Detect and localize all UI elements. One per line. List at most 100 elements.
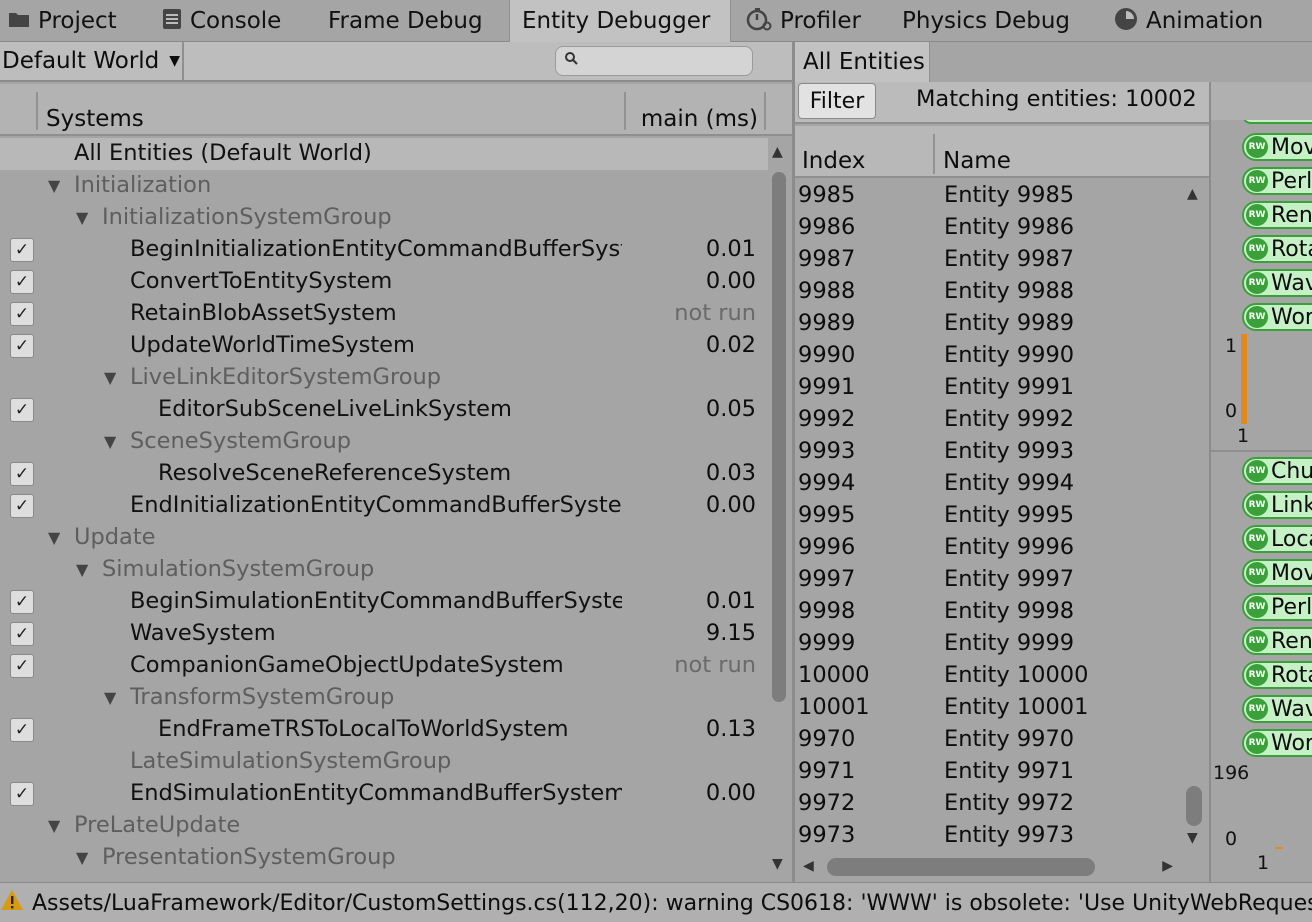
column-divider[interactable] bbox=[764, 92, 766, 130]
expand-triangle-icon[interactable]: ▼ bbox=[76, 848, 88, 867]
system-group-row[interactable]: ▼ TransformSystemGroup bbox=[0, 682, 768, 714]
entity-row[interactable]: 9990 Entity 9990 bbox=[795, 340, 1181, 372]
system-group-row[interactable]: ▼ PresentationSystemGroup bbox=[0, 842, 768, 874]
scroll-left-arrow-icon[interactable]: ◀ bbox=[803, 858, 814, 874]
system-enabled-checkbox[interactable]: ✓ bbox=[10, 270, 34, 294]
systems-scrollbar[interactable]: ▲ ▼ bbox=[768, 138, 792, 882]
entity-row[interactable]: 10001 Entity 10001 bbox=[795, 692, 1181, 724]
system-enabled-checkbox[interactable]: ✓ bbox=[10, 302, 34, 326]
entity-row[interactable]: 9994 Entity 9994 bbox=[795, 468, 1181, 500]
expand-triangle-icon[interactable]: ▼ bbox=[104, 432, 116, 451]
system-row[interactable]: ✓ WaveSystem 9.15 bbox=[0, 618, 768, 650]
scroll-up-arrow-icon[interactable]: ▲ bbox=[772, 144, 783, 160]
entity-row[interactable]: 9991 Entity 9991 bbox=[795, 372, 1181, 404]
system-enabled-checkbox[interactable]: ✓ bbox=[10, 238, 34, 262]
component-type-tag[interactable]: RWWav bbox=[1242, 269, 1312, 297]
world-dropdown[interactable]: Default World ▼ bbox=[0, 42, 184, 80]
tab-animation[interactable]: Animation bbox=[1114, 0, 1263, 42]
component-type-tag[interactable]: RW Ren bbox=[1242, 627, 1312, 655]
component-type-tag[interactable]: RWRota bbox=[1242, 661, 1312, 689]
scroll-right-arrow-icon[interactable]: ▶ bbox=[1162, 858, 1173, 874]
system-enabled-checkbox[interactable]: ✓ bbox=[10, 622, 34, 646]
component-type-tag[interactable]: RWWav bbox=[1242, 695, 1312, 723]
system-group-row[interactable]: ▼ InitializationSystemGroup bbox=[0, 202, 768, 234]
scroll-down-arrow-icon[interactable]: ▼ bbox=[1187, 830, 1198, 846]
entity-row[interactable]: 9995 Entity 9995 bbox=[795, 500, 1181, 532]
system-enabled-checkbox[interactable]: ✓ bbox=[10, 718, 34, 742]
system-enabled-checkbox[interactable]: ✓ bbox=[10, 654, 34, 678]
scrollbar-thumb[interactable] bbox=[1186, 786, 1202, 826]
system-enabled-checkbox[interactable]: ✓ bbox=[10, 462, 34, 486]
tab-physics-debug[interactable]: Physics Debug bbox=[902, 0, 1070, 42]
system-enabled-checkbox[interactable]: ✓ bbox=[10, 590, 34, 614]
component-type-tag[interactable]: RW Link bbox=[1242, 491, 1312, 519]
column-divider[interactable] bbox=[624, 92, 626, 130]
system-enabled-checkbox[interactable]: ✓ bbox=[10, 398, 34, 422]
entity-row[interactable]: 9986 Entity 9986 bbox=[795, 212, 1181, 244]
main-ms-column-title[interactable]: main (ms) bbox=[641, 106, 758, 132]
column-divider[interactable] bbox=[36, 92, 38, 130]
column-divider[interactable] bbox=[933, 134, 935, 174]
component-type-tag[interactable]: RW Mov bbox=[1242, 133, 1312, 161]
filter-button[interactable]: Filter bbox=[798, 83, 876, 119]
entity-row[interactable]: 10000 Entity 10000 bbox=[795, 660, 1181, 692]
scrollbar-thumb[interactable] bbox=[827, 858, 1095, 876]
system-row[interactable]: ✓ BeginSimulationEntityCommandBufferSyste… bbox=[0, 586, 768, 618]
entity-row[interactable]: 9992 Entity 9992 bbox=[795, 404, 1181, 436]
systems-search-field[interactable] bbox=[555, 46, 753, 76]
entity-row[interactable]: 9998 Entity 9998 bbox=[795, 596, 1181, 628]
system-enabled-checkbox[interactable]: ✓ bbox=[10, 494, 34, 518]
entity-row[interactable]: 9999 Entity 9999 bbox=[795, 628, 1181, 660]
tab-all-entities[interactable]: All Entities bbox=[795, 42, 930, 82]
component-type-tag[interactable]: RW Wor bbox=[1242, 729, 1312, 757]
component-type-tag[interactable]: RW Chu bbox=[1242, 457, 1312, 485]
expand-triangle-icon[interactable]: ▼ bbox=[104, 368, 116, 387]
system-row[interactable]: ✓ RetainBlobAssetSystem not run bbox=[0, 298, 768, 330]
component-type-tag[interactable]: RWLoca bbox=[1242, 525, 1312, 553]
system-group-row[interactable]: ▼ LiveLinkEditorSystemGroup bbox=[0, 362, 768, 394]
system-row[interactable]: ✓ BeginInitializationEntityCommandBufferS… bbox=[0, 234, 768, 266]
expand-triangle-icon[interactable]: ▼ bbox=[104, 688, 116, 707]
expand-triangle-icon[interactable]: ▼ bbox=[48, 176, 60, 195]
entities-horizontal-scrollbar[interactable]: ◀ ▶ bbox=[795, 852, 1181, 882]
system-row[interactable]: ✓ EndInitializationEntityCommandBufferSys… bbox=[0, 490, 768, 522]
entity-row[interactable]: 9971 Entity 9971 bbox=[795, 756, 1181, 788]
expand-triangle-icon[interactable]: ▼ bbox=[48, 816, 60, 835]
system-group-row[interactable]: LateSimulationSystemGroup bbox=[0, 746, 768, 778]
system-group-row[interactable]: ▼ SceneSystemGroup bbox=[0, 426, 768, 458]
component-type-tag[interactable]: RWRota bbox=[1242, 235, 1312, 263]
scroll-down-arrow-icon[interactable]: ▼ bbox=[772, 856, 783, 872]
system-enabled-checkbox[interactable]: ✓ bbox=[10, 782, 34, 806]
system-row[interactable]: ✓ ResolveSceneReferenceSystem 0.03 bbox=[0, 458, 768, 490]
scroll-up-arrow-icon[interactable]: ▲ bbox=[1187, 186, 1198, 202]
expand-triangle-icon[interactable]: ▼ bbox=[48, 528, 60, 547]
system-group-row[interactable]: ▼ Initialization bbox=[0, 170, 768, 202]
search-input[interactable] bbox=[586, 49, 746, 73]
system-row[interactable]: ✓ CompanionGameObjectUpdateSystem not run bbox=[0, 650, 768, 682]
component-type-tag[interactable]: RW Perl bbox=[1242, 593, 1312, 621]
entity-row[interactable]: 9970 Entity 9970 bbox=[795, 724, 1181, 756]
entity-row[interactable]: 9989 Entity 9989 bbox=[795, 308, 1181, 340]
system-group-row[interactable]: ▼ PreLateUpdate bbox=[0, 810, 768, 842]
system-group-row[interactable]: ▼ SimulationSystemGroup bbox=[0, 554, 768, 586]
component-type-tag[interactable]: RW Perl bbox=[1242, 167, 1312, 195]
index-column-title[interactable]: Index bbox=[802, 148, 865, 174]
entity-row[interactable]: 9996 Entity 9996 bbox=[795, 532, 1181, 564]
system-row[interactable]: ✓ ConvertToEntitySystem 0.00 bbox=[0, 266, 768, 298]
name-column-title[interactable]: Name bbox=[943, 148, 1011, 174]
status-bar[interactable]: Assets/LuaFramework/Editor/CustomSetting… bbox=[0, 882, 1312, 922]
entity-row[interactable]: 9987 Entity 9987 bbox=[795, 244, 1181, 276]
tab-profiler[interactable]: Profiler bbox=[746, 0, 861, 42]
entity-row[interactable]: 9993 Entity 9993 bbox=[795, 436, 1181, 468]
systems-column-title[interactable]: Systems bbox=[46, 106, 144, 132]
tab-console[interactable]: Console bbox=[162, 0, 281, 42]
expand-triangle-icon[interactable]: ▼ bbox=[76, 560, 88, 579]
entity-row[interactable]: 9972 Entity 9972 bbox=[795, 788, 1181, 820]
tab-entity-debugger[interactable]: Entity Debugger bbox=[509, 0, 731, 42]
entity-row[interactable]: 9973 Entity 9973 bbox=[795, 820, 1181, 852]
entity-row[interactable]: 9985 Entity 9985 bbox=[795, 180, 1181, 212]
system-row[interactable]: ✓ EndSimulationEntityCommandBufferSystem 0… bbox=[0, 778, 768, 810]
tab-project[interactable]: Project bbox=[8, 0, 117, 42]
system-row[interactable]: ✓ EditorSubSceneLiveLinkSystem 0.05 bbox=[0, 394, 768, 426]
entity-row[interactable]: 9997 Entity 9997 bbox=[795, 564, 1181, 596]
